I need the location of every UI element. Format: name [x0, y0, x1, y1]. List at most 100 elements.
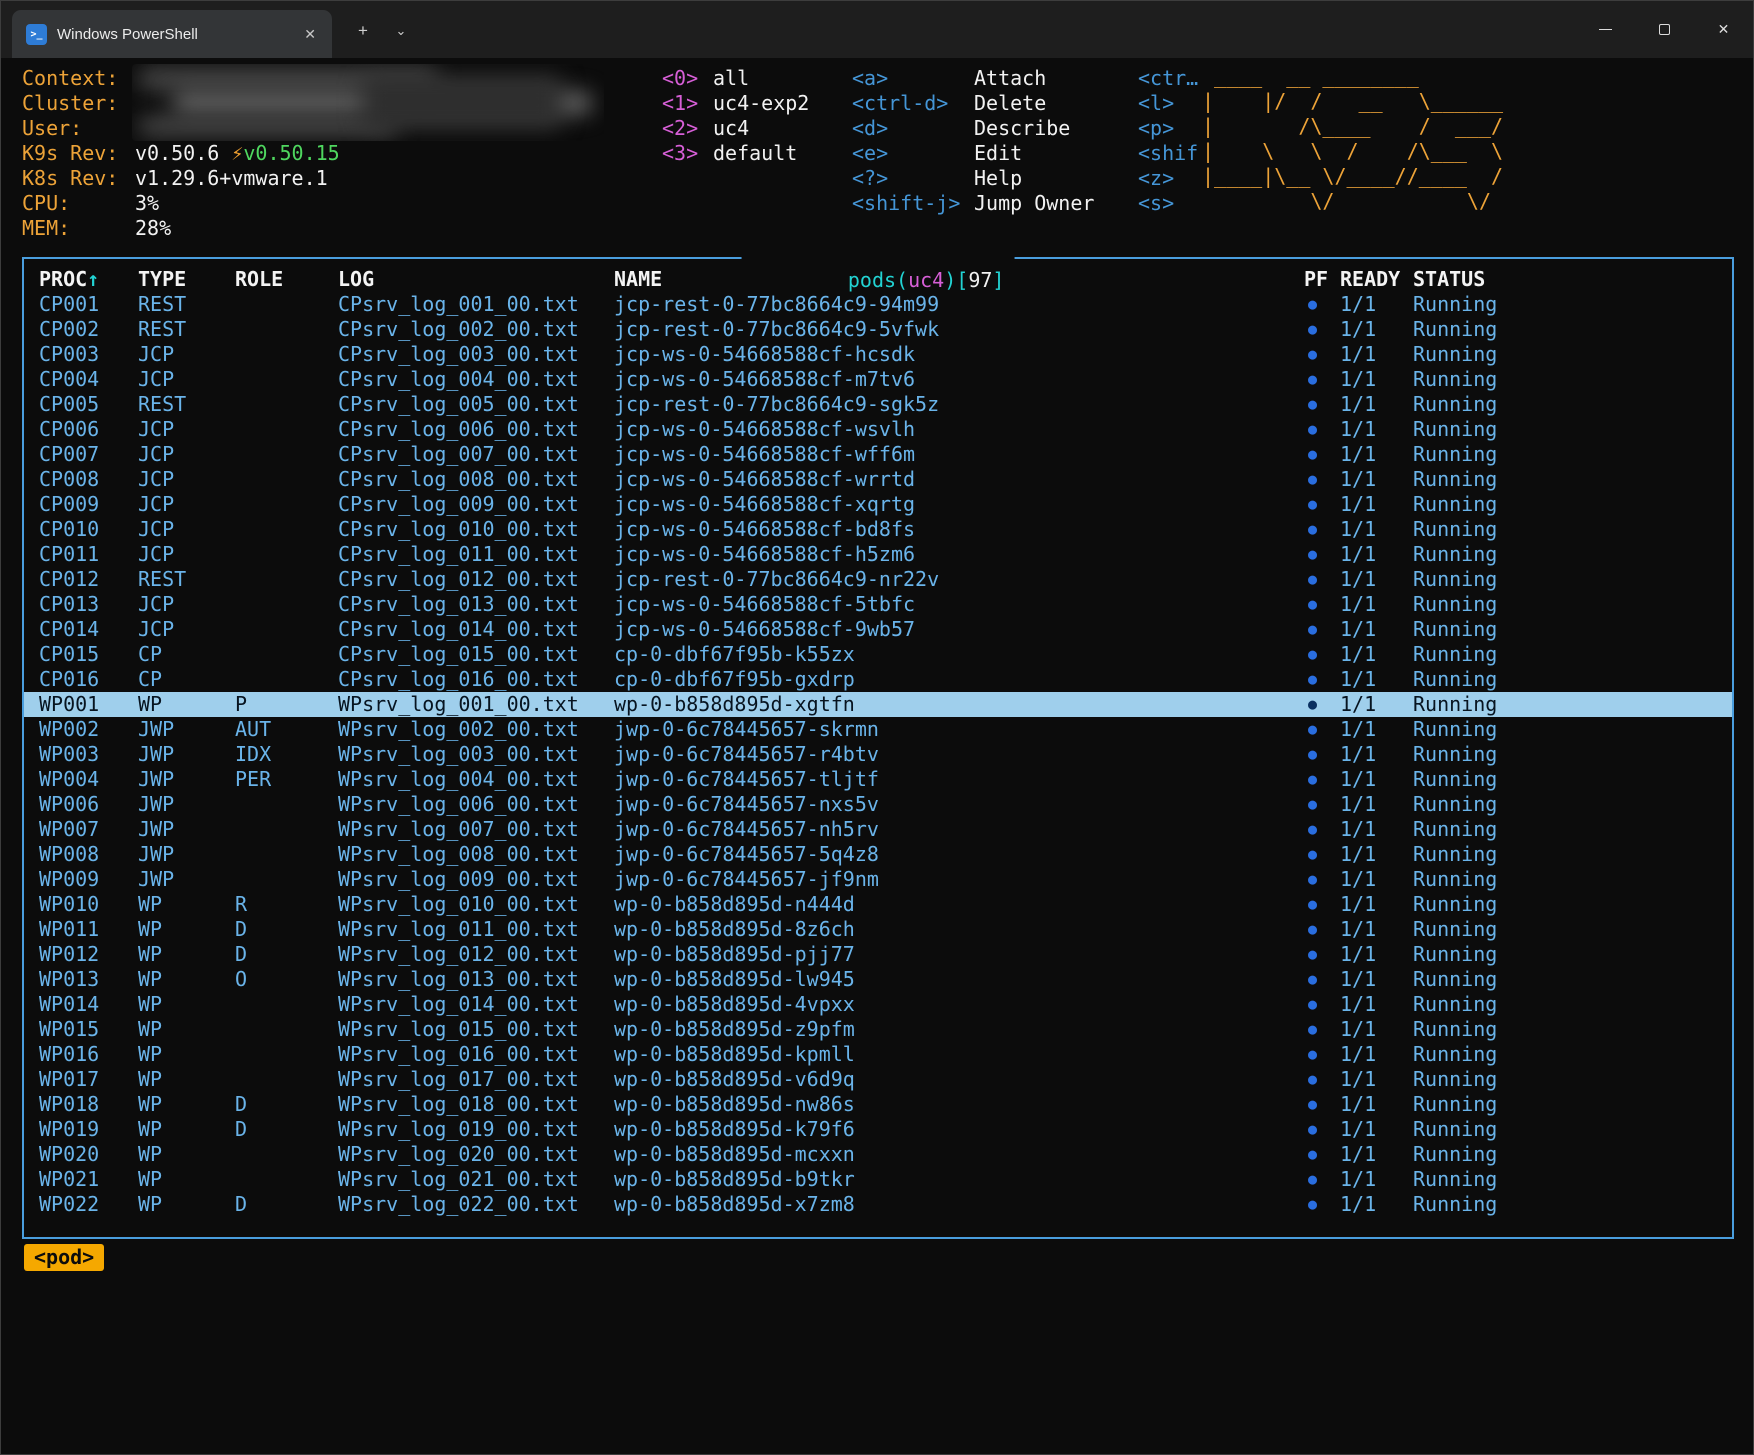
- table-cell: WPsrv_log_009_00.txt: [338, 867, 579, 892]
- table-row[interactable]: CP003JCPCPsrv_log_003_00.txtjcp-ws-0-546…: [24, 342, 1732, 367]
- table-cell: jcp-ws-0-54668588cf-wrrtd: [614, 467, 915, 492]
- close-button[interactable]: ✕: [1694, 1, 1753, 58]
- new-tab-button[interactable]: +: [346, 15, 380, 47]
- table-cell: jcp-ws-0-54668588cf-m7tv6: [614, 367, 915, 392]
- table-row[interactable]: CP007JCPCPsrv_log_007_00.txtjcp-ws-0-546…: [24, 442, 1732, 467]
- tab-dropdown-button[interactable]: ⌄: [384, 15, 418, 47]
- command-key[interactable]: <l>: [1138, 91, 1198, 116]
- table-row[interactable]: WP019WPDWPsrv_log_019_00.txtwp-0-b858d89…: [24, 1117, 1732, 1142]
- table-cell: CPsrv_log_013_00.txt: [338, 592, 579, 617]
- table-row[interactable]: CP002RESTCPsrv_log_002_00.txtjcp-rest-0-…: [24, 317, 1732, 342]
- table-cell: WP: [138, 1067, 162, 1092]
- window-controls: ✕: [1576, 1, 1753, 58]
- maximize-icon: [1659, 24, 1670, 35]
- table-cell: WP012: [39, 942, 99, 967]
- command-item[interactable]: <?>Help: [852, 166, 960, 191]
- table-row[interactable]: WP003JWPIDXWPsrv_log_003_00.txtjwp-0-6c7…: [24, 742, 1732, 767]
- context-item-default[interactable]: <3>default: [662, 141, 698, 166]
- table-row[interactable]: CP004JCPCPsrv_log_004_00.txtjcp-ws-0-546…: [24, 367, 1732, 392]
- table-cell: jwp-0-6c78445657-nh5rv: [614, 817, 879, 842]
- table-row[interactable]: CP012RESTCPsrv_log_012_00.txtjcp-rest-0-…: [24, 567, 1732, 592]
- table-row[interactable]: CP010JCPCPsrv_log_010_00.txtjcp-ws-0-546…: [24, 517, 1732, 542]
- table-row[interactable]: CP015CPCPsrv_log_015_00.txtcp-0-dbf67f95…: [24, 642, 1732, 667]
- table-row[interactable]: WP015WPWPsrv_log_015_00.txtwp-0-b858d895…: [24, 1017, 1732, 1042]
- table-row[interactable]: WP010WPRWPsrv_log_010_00.txtwp-0-b858d89…: [24, 892, 1732, 917]
- table-cell: 1/1: [1340, 442, 1376, 467]
- table-cell: Running: [1413, 467, 1497, 492]
- table-cell: REST: [138, 292, 186, 317]
- table-cell: jcp-ws-0-54668588cf-hcsdk: [614, 342, 915, 367]
- table-row[interactable]: CP014JCPCPsrv_log_014_00.txtjcp-ws-0-546…: [24, 617, 1732, 642]
- table-row[interactable]: WP006JWPWPsrv_log_006_00.txtjwp-0-6c7844…: [24, 792, 1732, 817]
- maximize-button[interactable]: [1635, 1, 1694, 58]
- table-row[interactable]: WP020WPWPsrv_log_020_00.txtwp-0-b858d895…: [24, 1142, 1732, 1167]
- table-cell: Running: [1413, 442, 1497, 467]
- table-cell: JWP: [138, 742, 174, 767]
- table-row[interactable]: WP011WPDWPsrv_log_011_00.txtwp-0-b858d89…: [24, 917, 1732, 942]
- table-row[interactable]: WP018WPDWPsrv_log_018_00.txtwp-0-b858d89…: [24, 1092, 1732, 1117]
- table-cell: wp-0-b858d895d-pjj77: [614, 942, 855, 967]
- table-cell: 1/1: [1340, 842, 1376, 867]
- table-cell: WPsrv_log_010_00.txt: [338, 892, 579, 917]
- table-row[interactable]: WP008JWPWPsrv_log_008_00.txtjwp-0-6c7844…: [24, 842, 1732, 867]
- command-key[interactable]: <p>: [1138, 116, 1198, 141]
- command-key[interactable]: <z>: [1138, 166, 1198, 191]
- command-item[interactable]: <shift-j>Jump Owner: [852, 191, 960, 216]
- table-cell: JCP: [138, 517, 174, 542]
- table-row[interactable]: CP016CPCPsrv_log_016_00.txtcp-0-dbf67f95…: [24, 667, 1732, 692]
- table-cell: WP: [138, 1042, 162, 1067]
- table-row[interactable]: WP001WPPWPsrv_log_001_00.txtwp-0-b858d89…: [24, 692, 1732, 717]
- table-row[interactable]: WP014WPWPsrv_log_014_00.txtwp-0-b858d895…: [24, 992, 1732, 1017]
- table-cell: JWP: [138, 767, 174, 792]
- table-cell: 1/1: [1340, 1042, 1376, 1067]
- table-cell: jwp-0-6c78445657-5q4z8: [614, 842, 879, 867]
- table-row[interactable]: CP001RESTCPsrv_log_001_00.txtjcp-rest-0-…: [24, 292, 1732, 317]
- minimize-button[interactable]: [1576, 1, 1635, 58]
- table-cell: Running: [1413, 692, 1497, 717]
- table-cell: 1/1: [1340, 817, 1376, 842]
- command-key[interactable]: <s>: [1138, 191, 1198, 216]
- table-cell: ●: [1308, 742, 1317, 767]
- table-row[interactable]: WP009JWPWPsrv_log_009_00.txtjwp-0-6c7844…: [24, 867, 1732, 892]
- table-cell: WPsrv_log_007_00.txt: [338, 817, 579, 842]
- table-row[interactable]: WP021WPWPsrv_log_021_00.txtwp-0-b858d895…: [24, 1167, 1732, 1192]
- command-key[interactable]: <ctr…: [1138, 66, 1198, 91]
- context-item-all[interactable]: <0>all: [662, 66, 698, 91]
- command-item[interactable]: <a>Attach: [852, 66, 960, 91]
- command-item[interactable]: <d>Describe: [852, 116, 960, 141]
- context-item-uc4-exp2[interactable]: <1>uc4-exp2: [662, 91, 698, 116]
- table-row[interactable]: WP016WPWPsrv_log_016_00.txtwp-0-b858d895…: [24, 1042, 1732, 1067]
- table-row[interactable]: CP011JCPCPsrv_log_011_00.txtjcp-ws-0-546…: [24, 542, 1732, 567]
- tab-close-icon[interactable]: ✕: [298, 24, 322, 45]
- table-row[interactable]: WP007JWPWPsrv_log_007_00.txtjwp-0-6c7844…: [24, 817, 1732, 842]
- table-cell: WPsrv_log_004_00.txt: [338, 767, 579, 792]
- table-cell: WP: [138, 917, 162, 942]
- table-header-row: PROC↑TYPEROLELOGNAMEPFREADYSTATUS: [24, 267, 1732, 292]
- table-row[interactable]: WP012WPDWPsrv_log_012_00.txtwp-0-b858d89…: [24, 942, 1732, 967]
- table-cell: 1/1: [1340, 367, 1376, 392]
- table-row[interactable]: CP008JCPCPsrv_log_008_00.txtjcp-ws-0-546…: [24, 467, 1732, 492]
- table-cell: CPsrv_log_002_00.txt: [338, 317, 579, 342]
- table-row[interactable]: WP022WPDWPsrv_log_022_00.txtwp-0-b858d89…: [24, 1192, 1732, 1217]
- table-cell: Running: [1413, 867, 1497, 892]
- table-row[interactable]: WP013WPOWPsrv_log_013_00.txtwp-0-b858d89…: [24, 967, 1732, 992]
- command-item[interactable]: <ctrl-d>Delete: [852, 91, 960, 116]
- breadcrumb-pod[interactable]: <pod>: [24, 1244, 104, 1271]
- command-key[interactable]: <shif: [1138, 141, 1198, 166]
- command-item[interactable]: <e>Edit: [852, 141, 960, 166]
- table-row[interactable]: CP006JCPCPsrv_log_006_00.txtjcp-ws-0-546…: [24, 417, 1732, 442]
- table-row[interactable]: WP017WPWPsrv_log_017_00.txtwp-0-b858d895…: [24, 1067, 1732, 1092]
- table-cell: jcp-ws-0-54668588cf-wsvlh: [614, 417, 915, 442]
- context-item-uc4[interactable]: <2>uc4: [662, 116, 698, 141]
- table-row[interactable]: CP005RESTCPsrv_log_005_00.txtjcp-rest-0-…: [24, 392, 1732, 417]
- table-row[interactable]: WP002JWPAUTWPsrv_log_002_00.txtjwp-0-6c7…: [24, 717, 1732, 742]
- command-menu-extra: <ctr…<l><p><shif<z><s>: [1138, 66, 1198, 216]
- table-cell: jwp-0-6c78445657-nxs5v: [614, 792, 879, 817]
- table-row[interactable]: CP013JCPCPsrv_log_013_00.txtjcp-ws-0-546…: [24, 592, 1732, 617]
- info-line: MEM:28%: [22, 216, 340, 241]
- table-cell: JCP: [138, 442, 174, 467]
- tab-windows-powershell[interactable]: >_ Windows PowerShell ✕: [12, 10, 332, 58]
- table-row[interactable]: CP009JCPCPsrv_log_009_00.txtjcp-ws-0-546…: [24, 492, 1732, 517]
- table-cell: ●: [1308, 617, 1317, 642]
- table-row[interactable]: WP004JWPPERWPsrv_log_004_00.txtjwp-0-6c7…: [24, 767, 1732, 792]
